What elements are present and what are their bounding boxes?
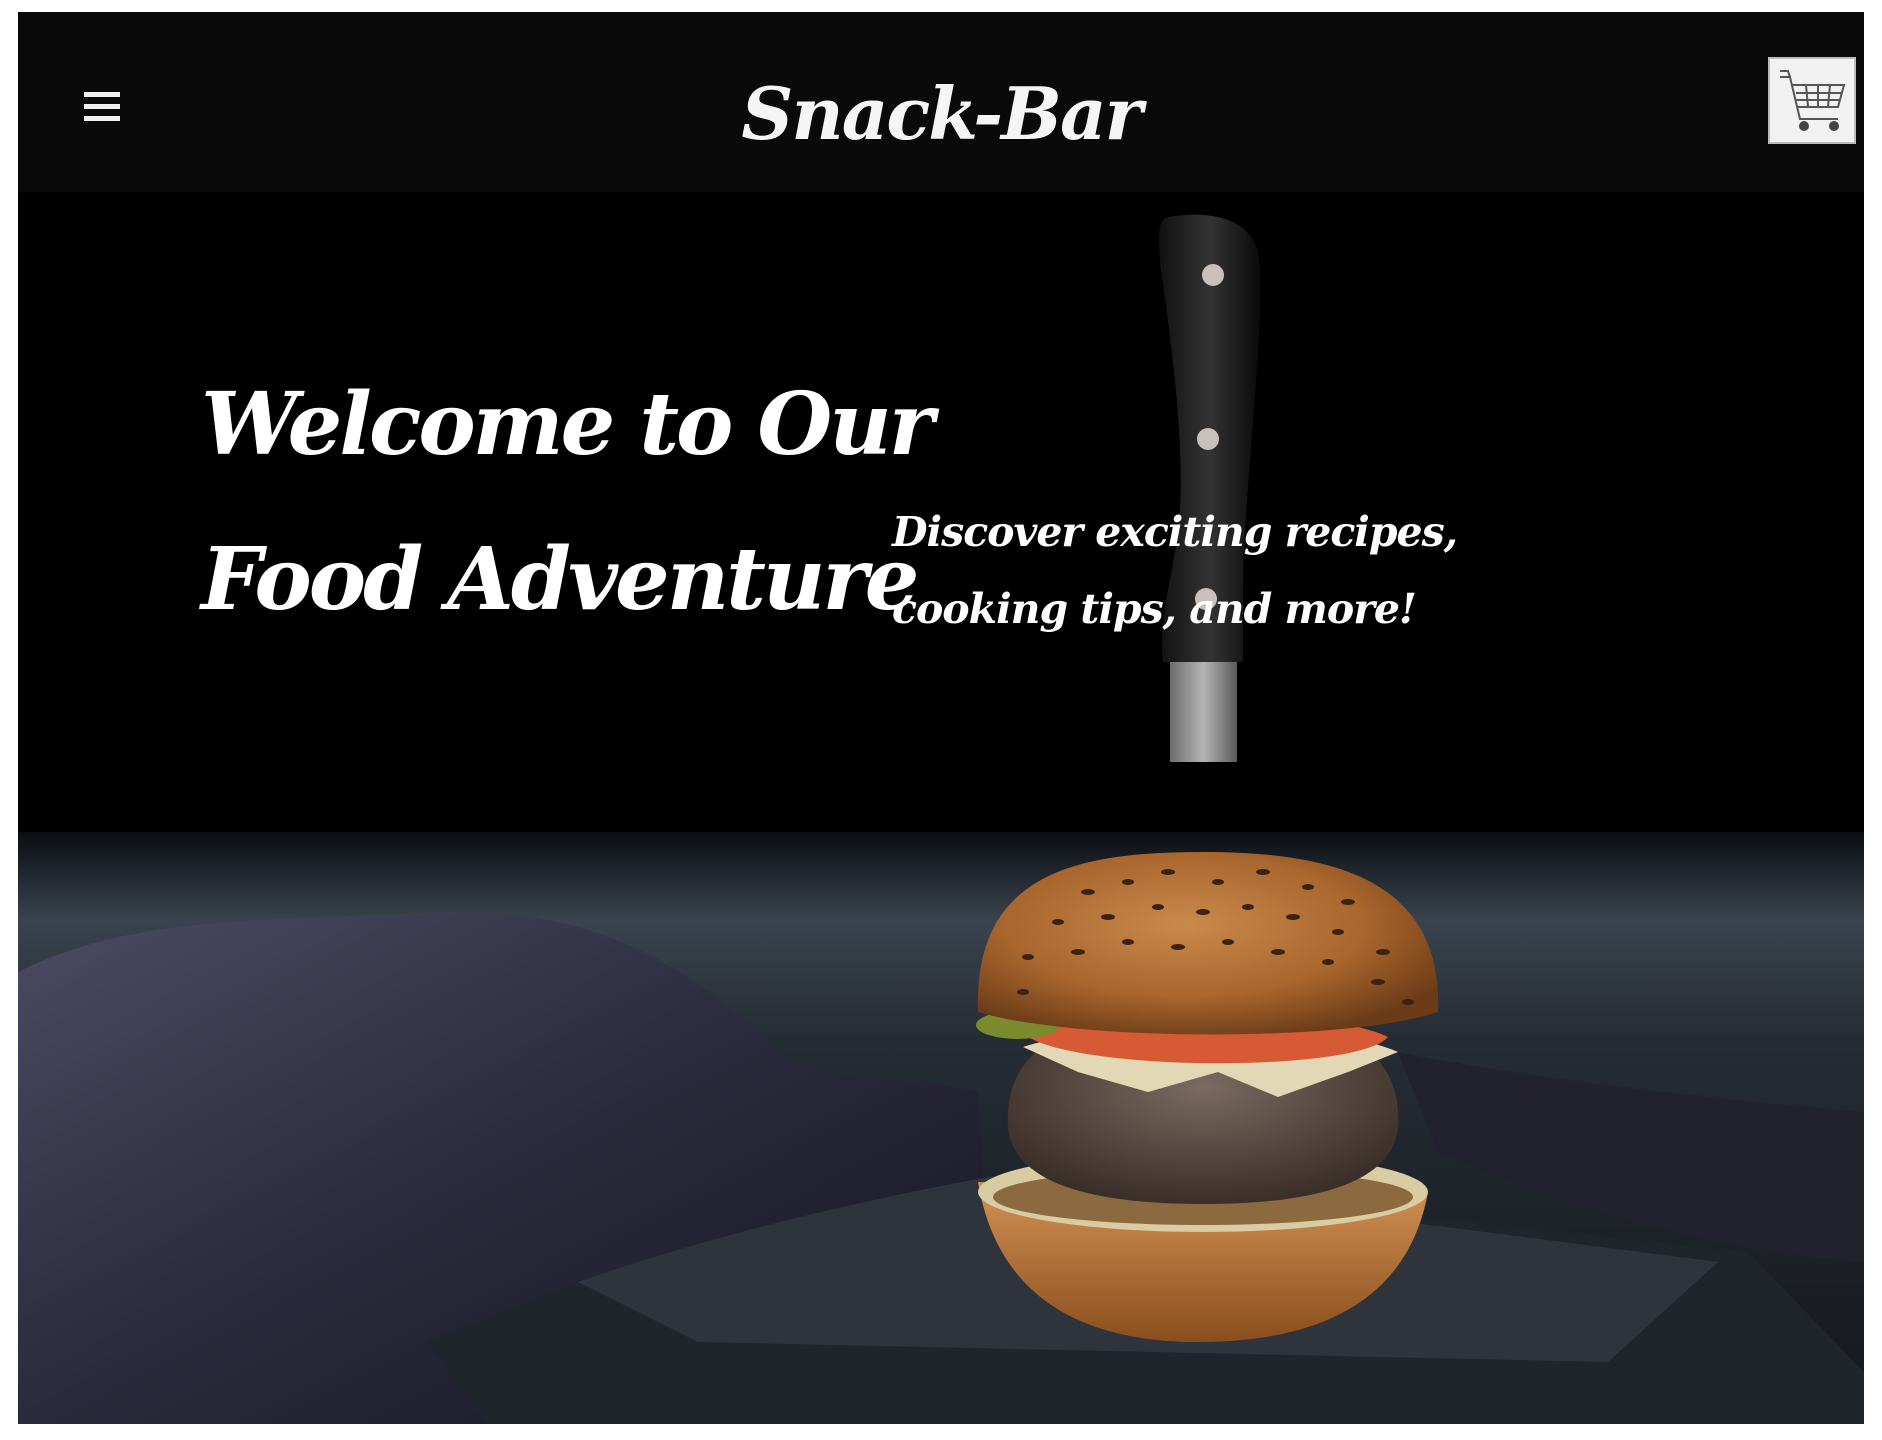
site-brand[interactable]: Snack-Bar [18,64,1864,164]
shopping-cart-icon [1780,70,1846,131]
hero-title: Welcome to Our Food Adventure [201,374,934,630]
cart-button[interactable] [1768,57,1856,144]
hero-section: Welcome to Our Food Adventure Discover e… [18,192,1864,1424]
hero-subtitle: Discover exciting recipes, cooking tips,… [892,508,1458,633]
page-frame: Snack-Bar Welcome to Our Food Adventure … [18,12,1864,1424]
top-navigation-bar: Snack-Bar [18,12,1864,192]
